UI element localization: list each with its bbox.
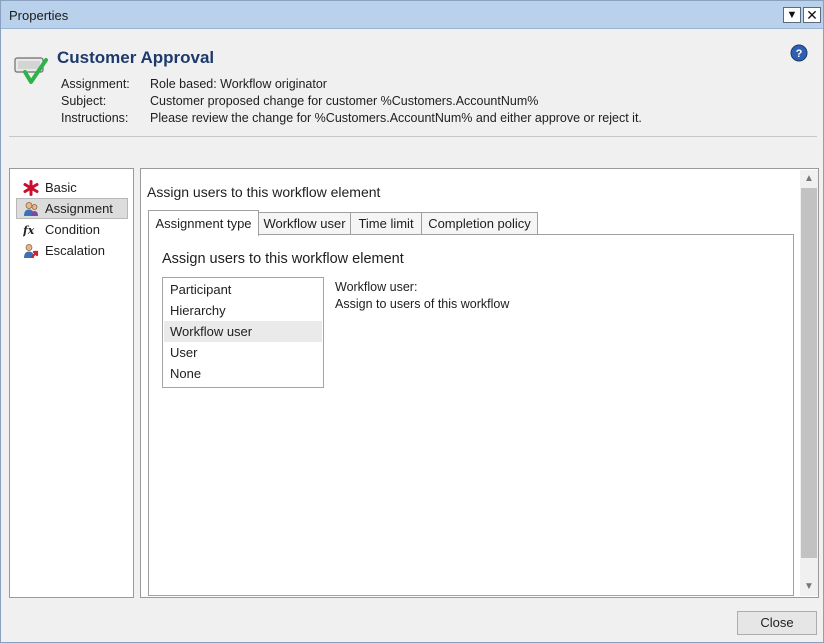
- nav-item-condition[interactable]: fx Condition: [16, 219, 128, 240]
- help-icon[interactable]: ?: [790, 44, 808, 62]
- tab-workflow-user[interactable]: Workflow user: [258, 212, 351, 235]
- tab-time-limit[interactable]: Time limit: [350, 212, 422, 235]
- scroll-thumb[interactable]: [801, 188, 817, 558]
- list-item-participant[interactable]: Participant: [164, 279, 322, 300]
- info-value: Customer proposed change for customer %C…: [150, 94, 539, 108]
- escalation-icon: [24, 244, 39, 259]
- vertical-scrollbar[interactable]: ▲ ▼: [800, 170, 818, 596]
- nav-item-label: Assignment: [45, 201, 113, 216]
- list-item-user[interactable]: User: [164, 342, 322, 363]
- workflow-element-title: Customer Approval: [57, 48, 215, 67]
- info-value: Please review the change for %Customers.…: [150, 111, 642, 125]
- header-area: Customer Approval ? Assignment: Role bas…: [1, 30, 823, 138]
- info-label: Assignment:: [61, 77, 130, 91]
- asterisk-icon: [23, 180, 39, 196]
- tab-assignment-type[interactable]: Assignment type: [148, 210, 259, 236]
- panel-caption: Assign users to this workflow element: [147, 184, 381, 200]
- scroll-down-button[interactable]: ▼: [800, 578, 818, 596]
- window-close-button[interactable]: ✕: [803, 7, 821, 23]
- chevron-up-icon: ▲: [804, 173, 814, 184]
- description-label: Workflow user:: [335, 280, 418, 294]
- list-item-hierarchy[interactable]: Hierarchy: [164, 300, 322, 321]
- description-text: Assign to users of this workflow: [335, 297, 510, 311]
- svg-text:fx: fx: [23, 224, 35, 237]
- chevron-down-icon: ▼: [804, 581, 814, 592]
- header-divider: [9, 136, 817, 137]
- tab-completion-policy[interactable]: Completion policy: [421, 212, 538, 235]
- assignment-type-list[interactable]: Participant Hierarchy Workflow user User…: [162, 277, 324, 388]
- nav-item-escalation[interactable]: Escalation: [16, 240, 128, 261]
- assignment-panel: Assign users to this workflow element As…: [140, 168, 819, 598]
- function-icon: fx: [23, 224, 35, 237]
- info-label: Subject:: [61, 94, 107, 108]
- svg-text:?: ?: [796, 48, 803, 60]
- nav-item-label: Condition: [45, 222, 100, 237]
- scroll-up-button[interactable]: ▲: [800, 170, 818, 188]
- window-title: Properties: [9, 8, 69, 23]
- triangle-down-icon: ▼: [786, 9, 798, 21]
- close-button[interactable]: Close: [737, 611, 817, 635]
- nav-item-label: Escalation: [45, 243, 105, 258]
- window-menu-button[interactable]: ▼: [783, 7, 801, 23]
- title-bar[interactable]: Properties ▼ ✕: [1, 1, 823, 29]
- tab-caption: Assign users to this workflow element: [162, 251, 404, 267]
- tab-body: Assign users to this workflow element Pa…: [148, 234, 794, 596]
- close-icon: ✕: [806, 7, 818, 23]
- users-icon: [24, 202, 38, 216]
- info-value: Role based: Workflow originator: [150, 77, 327, 91]
- properties-window: Properties ▼ ✕ Customer Approval ? Assig…: [0, 0, 824, 643]
- list-item-none[interactable]: None: [164, 363, 322, 384]
- info-label: Instructions:: [61, 111, 129, 125]
- nav-item-assignment[interactable]: Assignment: [16, 198, 128, 219]
- nav-item-basic-settings[interactable]: Basic Settings: [16, 177, 128, 215]
- approval-check-icon: [14, 57, 48, 84]
- properties-nav: Basic Settings Assignment fx Condition: [9, 168, 134, 598]
- list-item-workflow-user[interactable]: Workflow user: [164, 321, 322, 342]
